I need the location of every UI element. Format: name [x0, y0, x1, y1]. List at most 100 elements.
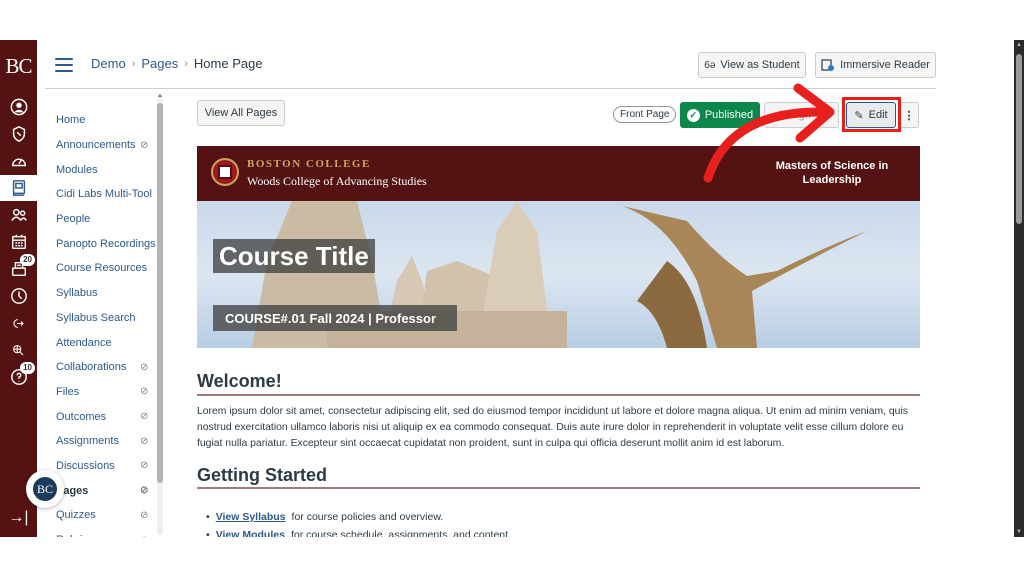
inbox-badge: 20 [20, 254, 35, 266]
account-nav-item[interactable] [0, 94, 37, 120]
course-nav-item-attendance[interactable]: Attendance [56, 330, 156, 355]
history-nav-item[interactable] [0, 283, 37, 309]
course-nav-item-quizzes[interactable]: Quizzes ⊘ [56, 503, 156, 528]
course-nav-label: Course Resources [56, 262, 148, 275]
book-icon [12, 180, 25, 196]
scroll-down-icon[interactable]: ▼ [1014, 529, 1024, 535]
view-syllabus-link[interactable]: View Syllabus [216, 511, 286, 523]
view-as-student-button[interactable]: 6ə View as Student [698, 52, 806, 78]
hamburger-line [55, 58, 73, 60]
view-all-pages-button[interactable]: View All Pages [197, 100, 285, 126]
course-nav-label: Outcomes [56, 410, 107, 423]
external-tool-nav-item[interactable] [0, 310, 37, 336]
course-nav-item-discussions[interactable]: Discussions ⊘ [56, 454, 156, 479]
institution-name: BOSTON COLLEGE [247, 158, 371, 170]
breadcrumb-course[interactable]: Demo [91, 56, 126, 71]
course-nav-label: People [56, 213, 91, 226]
course-nav-item-syllabus-search[interactable]: Syllabus Search [56, 306, 156, 331]
list-item: View Modules for course schedule, assign… [206, 526, 511, 537]
canvas-window: BC 20 10 →| Demo › Pages › Home Page 6ə … [0, 40, 1024, 537]
global-nav: BC 20 10 →| [0, 40, 37, 537]
course-nav-label: Syllabus [56, 287, 98, 300]
course-nav-label: Home [56, 114, 86, 127]
dashboard-nav-item[interactable] [0, 148, 37, 174]
search-nav-item[interactable] [0, 337, 37, 363]
view-all-pages-label: View All Pages [204, 107, 278, 119]
calendar-icon [11, 234, 26, 250]
course-nav-label: Cidi Labs Multi-Tool [56, 188, 152, 201]
course-nav-label: Attendance [56, 336, 112, 349]
course-nav-item-syllabus[interactable]: Syllabus [56, 281, 156, 306]
scroll-up-icon[interactable]: ▲ [1014, 42, 1024, 48]
course-nav-label: Panopto Recordings [56, 237, 156, 250]
front-page-badge: Front Page [613, 106, 677, 123]
course-nav-item-cidi-labs-multi-tool[interactable]: Cidi Labs Multi-Tool [56, 182, 156, 207]
eye-slash-icon: ⊘ [140, 386, 149, 398]
list-item-text: for course policies and overview. [291, 511, 444, 523]
getting-started-list: View Syllabus for course policies and ov… [206, 508, 511, 537]
course-nav: Home Announcements ⊘ Modules Cidi Labs Multi… [56, 108, 156, 537]
eye-slash-icon: ⊘ [140, 361, 149, 373]
course-menu-toggle[interactable] [55, 58, 73, 72]
arrow-out-icon [13, 318, 24, 328]
banner-photo: Course Title COURSE#.01 Fall 2024 | Prof… [197, 201, 920, 348]
eye-slash-icon: ⊘ [140, 411, 149, 423]
course-nav-item-home[interactable]: Home [56, 108, 156, 133]
immersive-reader-button[interactable]: Immersive Reader [815, 52, 936, 78]
course-nav-item-assignments[interactable]: Assignments ⊘ [56, 429, 156, 454]
view-as-student-label: View as Student [720, 59, 800, 71]
course-nav-item-people[interactable]: People [56, 207, 156, 232]
avatar-initials: BC [33, 477, 57, 501]
course-nav-item-files[interactable]: Files ⊘ [56, 380, 156, 405]
calendar-nav-item[interactable] [0, 229, 37, 255]
welcome-text: Lorem ipsum dolor sit amet, consectetur … [197, 406, 908, 449]
eye-slash-icon: ⊘ [140, 139, 149, 151]
course-nav-item-pages[interactable]: Pages ⊘ [56, 478, 156, 503]
breadcrumb-pages[interactable]: Pages [141, 56, 178, 71]
eye-slash-icon: ⊘ [140, 485, 149, 497]
eye-slash-icon: ⊘ [140, 460, 149, 472]
eye-slash-icon: ⊘ [140, 535, 148, 537]
course-nav-label: Collaborations [56, 361, 127, 374]
bc-logo[interactable]: BC [0, 54, 37, 79]
page-scroll-thumb[interactable] [1016, 54, 1022, 224]
course-nav-item-modules[interactable]: Modules [56, 157, 156, 182]
course-nav-label: Discussions [56, 459, 115, 472]
edit-highlight-box [842, 97, 901, 132]
inbox-nav-item[interactable]: 20 [0, 254, 37, 282]
courses-nav-item[interactable] [0, 175, 37, 201]
course-nav-label: Files [56, 385, 80, 398]
shield-icon [12, 125, 25, 143]
course-nav-item-outcomes[interactable]: Outcomes ⊘ [56, 404, 156, 429]
bc-seal-icon [211, 158, 239, 186]
course-nav-label: Quizzes [56, 509, 96, 522]
groups-nav-item[interactable] [0, 202, 37, 228]
course-nav-item-announcements[interactable]: Announcements ⊘ [56, 133, 156, 158]
breadcrumb-current: Home Page [193, 56, 263, 71]
chevron-right-icon: › [184, 57, 188, 70]
hamburger-line [55, 70, 73, 72]
hamburger-line [55, 64, 73, 66]
view-modules-link[interactable]: View Modules [216, 529, 285, 537]
page-scrollbar[interactable]: ▲ ▼ [1014, 40, 1024, 537]
course-nav-item-course-resources[interactable]: Course Resources [56, 256, 156, 281]
chevron-right-icon: › [131, 57, 136, 70]
course-nav-item-collaborations[interactable]: Collaborations ⊘ [56, 355, 156, 380]
collapse-nav-button[interactable]: →| [0, 509, 37, 527]
list-item: View Syllabus for course policies and ov… [206, 508, 511, 526]
course-nav-item-panopto-recordings[interactable]: Panopto Recordings [56, 231, 156, 256]
immersive-reader-icon [821, 58, 835, 71]
help-nav-item[interactable]: 10 [0, 362, 37, 390]
course-nav-item-rubrics[interactable]: Rubrics ⊘ [56, 528, 156, 537]
people-icon [10, 208, 27, 221]
globe-search-icon [13, 344, 24, 355]
eye-slash-icon: ⊘ [140, 509, 149, 521]
course-nav-scrollbar[interactable]: ▲ [157, 93, 163, 535]
course-nav-scroll-thumb[interactable] [157, 103, 163, 483]
list-item-text: for course schedule, assignments, and co… [290, 529, 511, 537]
help-badge: 10 [20, 362, 35, 374]
course-nav-label: Announcements [56, 139, 136, 152]
admin-nav-item[interactable] [0, 121, 37, 147]
heading-rule [197, 394, 920, 396]
avatar[interactable]: BC [26, 470, 64, 508]
